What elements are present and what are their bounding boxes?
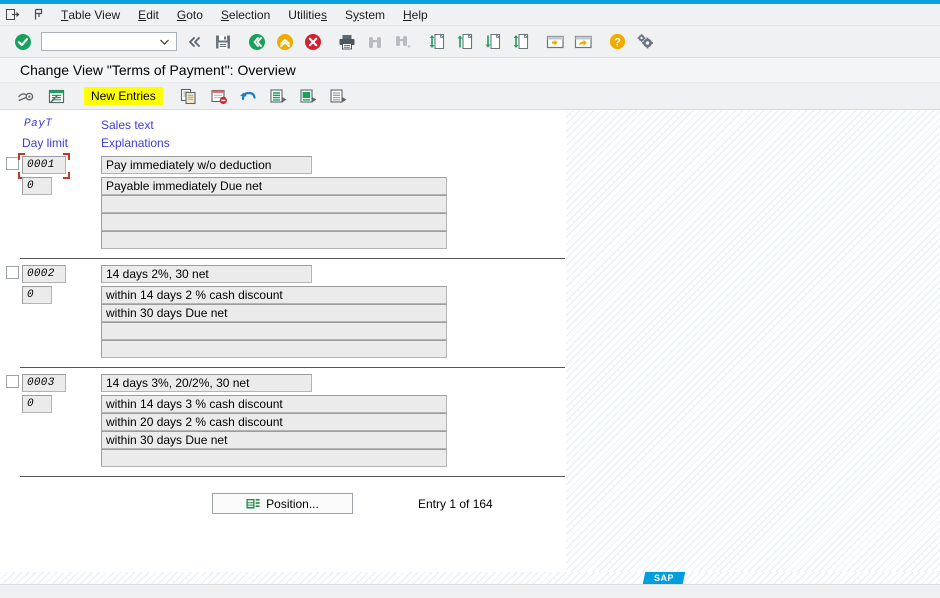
sap-logo-text: SAP: [653, 573, 674, 583]
page-title: Change View "Terms of Payment": Overview: [0, 58, 940, 83]
menu-item-selection[interactable]: Selection: [212, 5, 279, 25]
position-button-label: Position...: [266, 496, 319, 511]
sales-text-field[interactable]: Pay immediately w/o deduction: [101, 156, 312, 174]
help-icon[interactable]: ?: [604, 29, 630, 55]
day-limit-field[interactable]: 0: [22, 286, 52, 304]
menu-item-edit[interactable]: Edit: [129, 5, 168, 25]
find-next-icon[interactable]: [390, 29, 416, 55]
exit-up-icon[interactable]: [272, 29, 298, 55]
payment-term-key-field[interactable]: 0002: [22, 265, 66, 283]
next-page-icon[interactable]: [480, 29, 506, 55]
menu-item-utilities[interactable]: Utilitie s: [279, 5, 336, 25]
column-header-sales-text: Sales text: [101, 118, 154, 132]
logo-strip: SAP: [0, 572, 940, 584]
explanation-field[interactable]: [101, 449, 447, 467]
status-bar: [0, 584, 940, 598]
column-header-day-limit: Day limit: [22, 136, 69, 150]
position-button[interactable]: Position...: [212, 493, 353, 514]
new-entries-button[interactable]: New Entries: [84, 87, 163, 105]
command-field-wrapper[interactable]: [41, 32, 177, 51]
entry-counter: Entry 1 of 164: [418, 497, 493, 511]
position-icon: [246, 498, 260, 510]
payment-term-key-field[interactable]: 0001: [22, 156, 66, 174]
menu-bar: Table View Edit Goto Selection Utilitie s…: [0, 4, 940, 26]
column-header-payt: PayT: [24, 118, 53, 130]
explanation-field[interactable]: within 30 days Due net: [101, 304, 447, 322]
sap-logo: SAP: [642, 572, 686, 584]
last-page-icon[interactable]: [508, 29, 534, 55]
sales-text-field[interactable]: 14 days 3%, 20/2%, 30 net: [101, 374, 312, 392]
explanation-field[interactable]: within 30 days Due net: [101, 431, 447, 449]
block-separator: [20, 476, 565, 477]
work-area: PayT Day limit Sales text Explanations 0…: [0, 110, 940, 572]
block-separator: [20, 367, 565, 368]
row-select-checkbox[interactable]: [6, 266, 19, 279]
explanation-field[interactable]: [101, 322, 447, 340]
print-icon[interactable]: [334, 29, 360, 55]
payment-term-key-field[interactable]: 0003: [22, 374, 66, 392]
explanation-field[interactable]: [101, 213, 447, 231]
back-arrows-icon[interactable]: [182, 29, 208, 55]
cancel-icon[interactable]: [300, 29, 326, 55]
application-toolbar: New Entries: [0, 83, 940, 110]
explanation-field[interactable]: [101, 340, 447, 358]
create-session-icon[interactable]: [542, 29, 568, 55]
menu-item-system[interactable]: Sy stem: [336, 5, 394, 25]
deselect-all-icon[interactable]: [327, 85, 351, 107]
explanation-field[interactable]: [101, 231, 447, 249]
menu-item-goto[interactable]: Goto: [168, 5, 212, 25]
explanation-field[interactable]: Payable immediately Due net: [101, 177, 447, 195]
copy-as-icon[interactable]: [177, 85, 201, 107]
day-limit-field[interactable]: 0: [22, 395, 52, 413]
chevron-down-icon[interactable]: [154, 33, 174, 50]
column-header-explanations: Explanations: [101, 136, 170, 150]
row-select-checkbox[interactable]: [6, 375, 19, 388]
explanation-field[interactable]: within 20 days 2 % cash discount: [101, 413, 447, 431]
select-block-icon[interactable]: [297, 85, 321, 107]
row-select-checkbox[interactable]: [6, 157, 19, 170]
customize-icon[interactable]: [632, 29, 658, 55]
delete-icon[interactable]: [207, 85, 231, 107]
command-input[interactable]: [42, 33, 154, 50]
save-icon[interactable]: [210, 29, 236, 55]
select-all-icon[interactable]: [267, 85, 291, 107]
menu-item-help[interactable]: Help: [394, 5, 437, 25]
undo-icon[interactable]: [237, 85, 261, 107]
create-shortcut-icon[interactable]: [570, 29, 596, 55]
display-change-icon[interactable]: [14, 85, 38, 107]
back-green-icon[interactable]: [244, 29, 270, 55]
check-table-icon[interactable]: [44, 85, 68, 107]
menu-item-table-view[interactable]: Table View: [52, 5, 129, 25]
day-limit-field[interactable]: 0: [22, 177, 52, 195]
find-icon[interactable]: [362, 29, 388, 55]
exit-icon[interactable]: [0, 5, 26, 25]
previous-page-icon[interactable]: [452, 29, 478, 55]
block-separator: [20, 258, 565, 259]
enter-icon[interactable]: [10, 29, 36, 55]
first-page-icon[interactable]: [424, 29, 450, 55]
explanation-field[interactable]: within 14 days 2 % cash discount: [101, 286, 447, 304]
standard-toolbar: ?: [0, 26, 940, 58]
svg-text:?: ?: [614, 36, 621, 48]
menu-label-rest: able View: [68, 7, 121, 22]
pin-icon[interactable]: [26, 5, 52, 25]
explanation-field[interactable]: [101, 195, 447, 213]
sales-text-field[interactable]: 14 days 2%, 30 net: [101, 265, 312, 283]
explanation-field[interactable]: within 14 days 3 % cash discount: [101, 395, 447, 413]
